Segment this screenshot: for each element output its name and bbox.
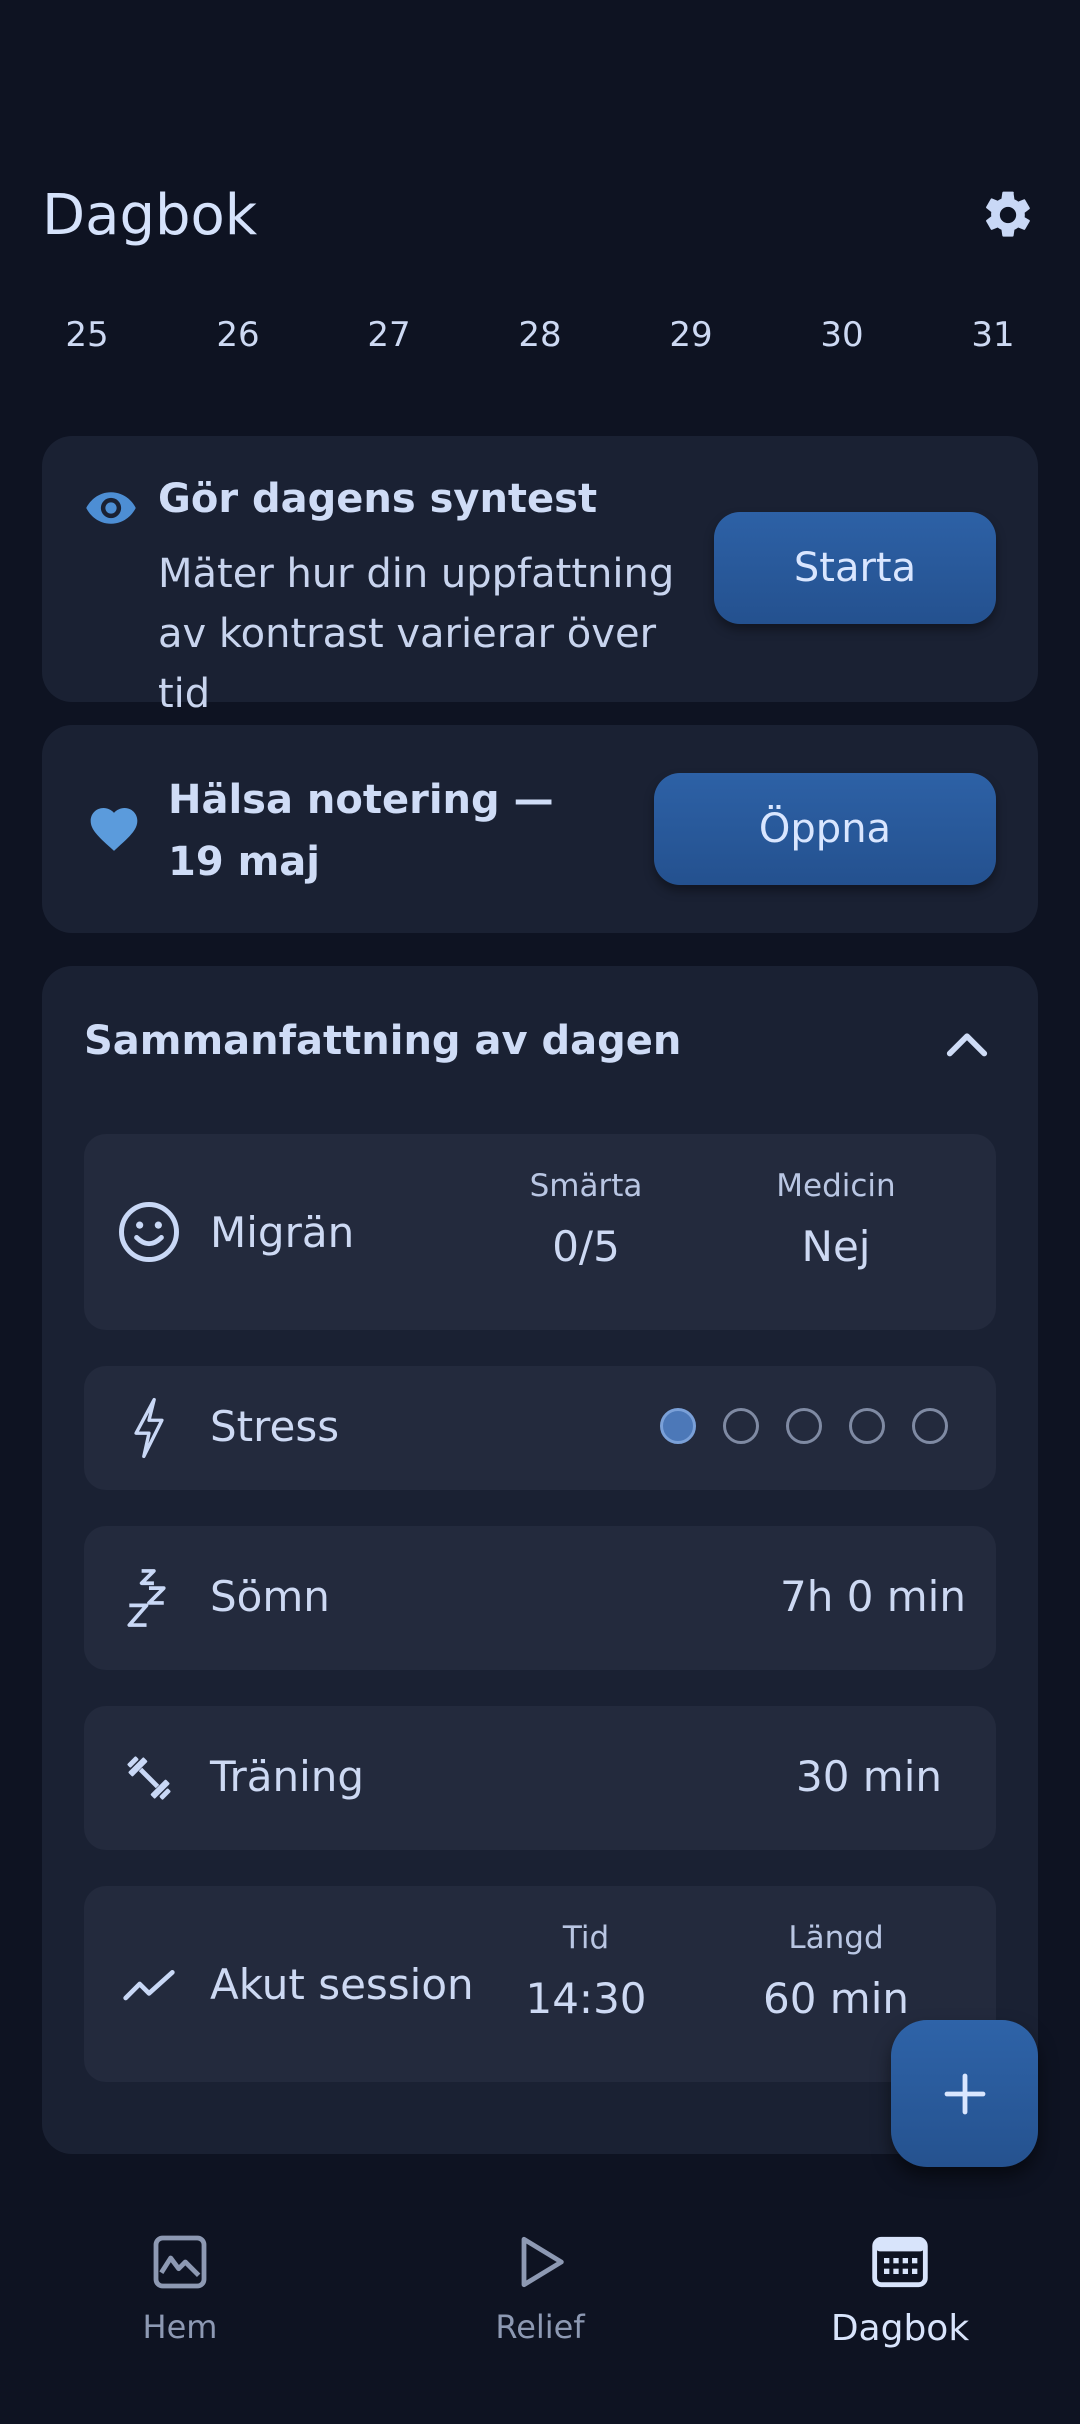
migraine-row[interactable]: Migrän Smärta 0/5 Medicin Nej bbox=[84, 1134, 996, 1330]
lightning-icon bbox=[114, 1393, 184, 1463]
image-chart-icon bbox=[153, 2235, 207, 2289]
eye-icon bbox=[86, 492, 136, 524]
stress-label: Stress bbox=[210, 1402, 340, 1451]
acute-session-label: Akut session bbox=[210, 1960, 474, 2009]
open-button[interactable]: Öppna bbox=[654, 773, 996, 885]
calendar-icon bbox=[872, 2236, 928, 2288]
stress-dot-2[interactable] bbox=[723, 1408, 759, 1444]
trend-icon bbox=[114, 1949, 184, 2019]
date-item[interactable]: 29 bbox=[646, 305, 736, 365]
time-column: Tid 14:30 bbox=[476, 1920, 696, 2023]
start-button[interactable]: Starta bbox=[714, 512, 996, 624]
date-item[interactable]: 25 bbox=[42, 305, 132, 365]
length-label: Längd bbox=[788, 1920, 884, 1956]
stress-dot-5[interactable] bbox=[912, 1408, 948, 1444]
plus-icon bbox=[944, 2073, 985, 2114]
length-value: 60 min bbox=[763, 1974, 909, 2023]
pain-column: Smärta 0/5 bbox=[476, 1168, 696, 1271]
pain-value: 0/5 bbox=[552, 1222, 620, 1271]
pain-label: Smärta bbox=[529, 1168, 643, 1204]
acute-session-row[interactable]: Akut session Tid 14:30 Längd 60 min bbox=[84, 1886, 996, 2082]
gear-icon bbox=[986, 191, 1030, 237]
stress-dot-4[interactable] bbox=[849, 1408, 885, 1444]
page-title: Dagbok bbox=[42, 182, 258, 248]
date-item[interactable]: 28 bbox=[495, 305, 585, 365]
bottom-navigation: Hem Relief Dagbok bbox=[0, 2200, 1080, 2424]
smiley-icon bbox=[114, 1197, 184, 1267]
sleep-label: Sömn bbox=[210, 1572, 330, 1621]
stress-dot-3[interactable] bbox=[786, 1408, 822, 1444]
training-row[interactable]: Träning 30 min bbox=[84, 1706, 996, 1850]
nav-label-home: Hem bbox=[142, 2308, 218, 2346]
migraine-label: Migrän bbox=[210, 1208, 355, 1257]
date-item[interactable]: 30 bbox=[797, 305, 887, 365]
settings-button[interactable] bbox=[978, 185, 1038, 245]
medicine-label: Medicin bbox=[776, 1168, 896, 1204]
time-label: Tid bbox=[562, 1920, 610, 1956]
summary-title: Sammanfattning av dagen bbox=[84, 1018, 682, 1064]
nav-label-diary: Dagbok bbox=[830, 2308, 970, 2349]
date-strip: 25 26 27 28 29 30 31 bbox=[42, 305, 1038, 365]
nav-item-home[interactable]: Hem bbox=[30, 2230, 330, 2346]
sleep-row[interactable]: Sömn 7h 0 min bbox=[84, 1526, 996, 1670]
time-value: 14:30 bbox=[525, 1974, 647, 2023]
medicine-value: Nej bbox=[801, 1222, 871, 1271]
training-label: Träning bbox=[210, 1752, 365, 1801]
syntest-title: Gör dagens syntest bbox=[158, 476, 598, 522]
length-column: Längd 60 min bbox=[726, 1920, 946, 2023]
nav-label-relief: Relief bbox=[495, 2308, 585, 2346]
sleep-value: 7h 0 min bbox=[780, 1572, 966, 1621]
stress-level-selector[interactable] bbox=[660, 1408, 948, 1444]
dumbbell-icon bbox=[114, 1743, 184, 1813]
date-item[interactable]: 31 bbox=[948, 305, 1038, 365]
screen: Dagbok 25 26 27 28 29 30 31 Gör dagens s… bbox=[0, 0, 1080, 2424]
nav-item-diary[interactable]: Dagbok bbox=[750, 2230, 1050, 2349]
syntest-description: Mäter hur din uppfattning av kontrast va… bbox=[158, 551, 675, 717]
play-icon bbox=[521, 2236, 564, 2288]
day-summary-card: Sammanfattning av dagen Migrän Smärta 0/… bbox=[42, 966, 1038, 2154]
date-item[interactable]: 26 bbox=[193, 305, 283, 365]
heart-icon bbox=[90, 808, 138, 851]
syntest-card: Gör dagens syntest Mäter hur din uppfatt… bbox=[42, 436, 1038, 717]
chevron-up-icon[interactable] bbox=[944, 1022, 990, 1062]
health-note-title: Hälsa notering — 19 maj bbox=[168, 777, 554, 885]
sleep-zzz-icon bbox=[114, 1563, 184, 1633]
training-value: 30 min bbox=[796, 1752, 942, 1801]
nav-item-relief[interactable]: Relief bbox=[390, 2230, 690, 2346]
health-note-card: Hälsa notering — 19 maj Öppna bbox=[42, 725, 1038, 933]
stress-row[interactable]: Stress bbox=[84, 1366, 996, 1490]
medicine-column: Medicin Nej bbox=[726, 1168, 946, 1271]
stress-dot-1[interactable] bbox=[660, 1408, 696, 1444]
header: Dagbok bbox=[42, 170, 1038, 260]
date-item[interactable]: 27 bbox=[344, 305, 434, 365]
add-entry-button[interactable] bbox=[891, 2020, 1038, 2167]
